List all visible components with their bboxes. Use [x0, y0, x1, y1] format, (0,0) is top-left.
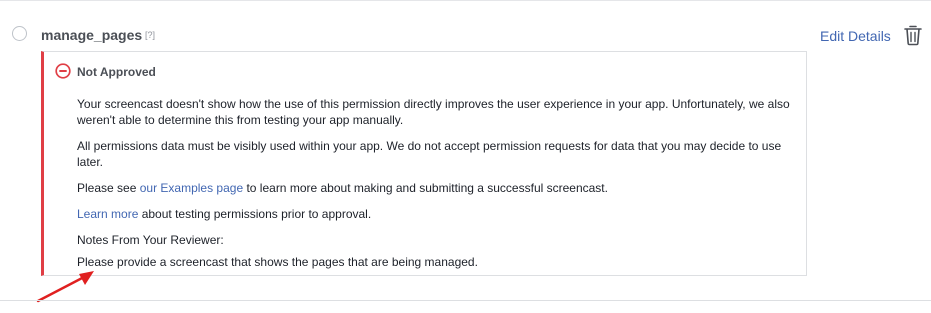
reviewer-notes-heading: Notes From Your Reviewer:: [77, 233, 224, 247]
trash-icon[interactable]: [903, 24, 923, 46]
bottom-divider: [0, 300, 931, 301]
minus-circle-icon: [55, 63, 71, 79]
review-result-panel: Not Approved Your screencast doesn't sho…: [41, 51, 807, 276]
learn-more-text: Learn more about testing permissions pri…: [77, 206, 792, 222]
permission-help-link[interactable]: [?]: [145, 29, 155, 41]
permission-name: manage_pages: [41, 27, 143, 43]
annotation-arrow-icon: [36, 271, 94, 303]
learn-more-text-after: about testing permissions prior to appro…: [138, 207, 372, 221]
reviewer-notes-text: Please provide a screencast that shows t…: [77, 255, 478, 269]
examples-text-before: Please see: [77, 181, 140, 195]
edit-details-link[interactable]: Edit Details: [820, 27, 891, 45]
examples-reference-text: Please see our Examples page to learn mo…: [77, 180, 792, 196]
examples-text-after: to learn more about making and submittin…: [243, 181, 608, 195]
learn-more-link[interactable]: Learn more: [77, 207, 138, 221]
permission-select-radio[interactable]: [12, 26, 27, 41]
review-status-title: Not Approved: [77, 65, 156, 79]
examples-page-link[interactable]: our Examples page: [140, 181, 243, 195]
data-usage-policy-text: All permissions data must be visibly use…: [77, 139, 782, 169]
top-divider: [0, 0, 931, 1]
rejection-reason-text: Your screencast doesn't show how the use…: [77, 97, 790, 127]
